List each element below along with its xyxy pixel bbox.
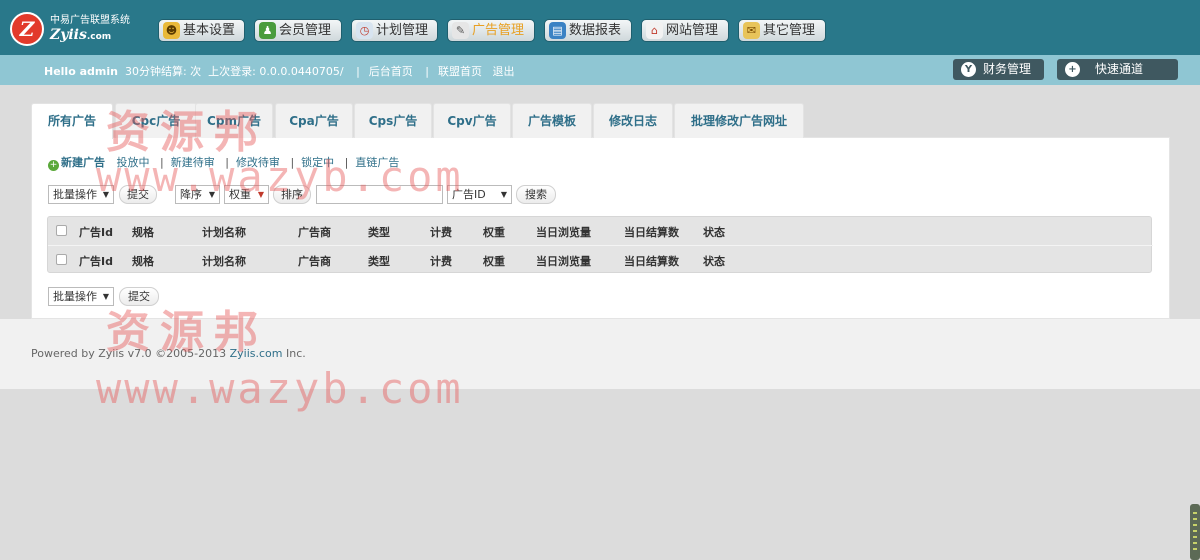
column-header: 当日结算数 <box>624 226 679 239</box>
logo[interactable]: Z 中易广告联盟系统 Zyiis.com <box>10 10 140 48</box>
search-button[interactable]: 搜索 <box>516 185 556 204</box>
nav-other-management[interactable]: ✉ 其它管理 <box>738 19 826 42</box>
sort-field-select[interactable]: 权重 ▼ <box>224 185 269 204</box>
tab-cpa[interactable]: Cpa广告 <box>275 103 353 138</box>
chevron-down-icon: ▼ <box>208 190 215 199</box>
tab-cpm[interactable]: Cpm广告 <box>195 103 273 138</box>
finance-button[interactable]: Y 财务管理 <box>953 59 1044 80</box>
submit-button[interactable]: 提交 <box>119 185 157 204</box>
tab-all-ads[interactable]: 所有广告 <box>31 103 113 139</box>
select-all-checkbox[interactable] <box>56 225 67 236</box>
add-icon: + <box>48 160 59 171</box>
table-footer-row: 广告Id 规格 计划名称 广告商 类型 计费 权重 当日浏览量 当日结算数 状态 <box>48 245 1153 273</box>
column-header: 类型 <box>368 226 390 239</box>
gift-icon: ✉ <box>743 22 760 39</box>
tab-batch-edit-url[interactable]: 批理修改广告网址 <box>674 103 804 138</box>
column-header: 状态 <box>703 226 725 239</box>
submit-button-bottom[interactable]: 提交 <box>119 287 159 306</box>
tab-change-log[interactable]: 修改日志 <box>593 103 673 138</box>
batch-action-select[interactable]: 批量操作 ▼ <box>48 185 114 204</box>
column-header: 计划名称 <box>202 226 246 239</box>
tab-cpc[interactable]: Cpc广告 <box>115 103 197 138</box>
chevron-down-icon: ▼ <box>102 190 109 199</box>
top-header: Z 中易广告联盟系统 Zyiis.com ☻ 基本设置 ♟ 会员管理 ◷ 计划管… <box>0 0 1200 55</box>
tab-ad-templates[interactable]: 广告模板 <box>512 103 592 138</box>
link-logout[interactable]: 退出 <box>493 65 515 78</box>
select-all-checkbox[interactable] <box>56 254 67 265</box>
column-header: 状态 <box>703 255 725 268</box>
column-header: 权重 <box>483 255 505 268</box>
order-select[interactable]: 降序 ▼ <box>175 185 220 204</box>
link-admin-home[interactable]: 后台首页 <box>369 65 413 78</box>
logo-mark: Z <box>10 12 44 46</box>
powered-by: Powered by Zyiis v7.0 ©2005-2013 Zyiis.c… <box>31 347 306 360</box>
search-input[interactable] <box>316 185 443 204</box>
tab-cpv[interactable]: Cpv广告 <box>433 103 511 138</box>
column-header: 广告Id <box>79 255 113 268</box>
resize-grip[interactable] <box>1190 504 1200 560</box>
nav-ad-management[interactable]: ✎ 广告管理 <box>447 19 535 42</box>
column-header: 广告商 <box>298 226 331 239</box>
ad-icon: ✎ <box>452 22 469 39</box>
nav-member-management[interactable]: ♟ 会员管理 <box>254 19 342 42</box>
column-header: 当日结算数 <box>624 255 679 268</box>
sort-button[interactable]: 排序 <box>273 185 311 204</box>
link-union-home[interactable]: 联盟首页 <box>438 65 482 78</box>
chevron-down-icon: ▼ <box>257 190 264 199</box>
chevron-down-icon: ▼ <box>102 292 109 301</box>
yen-icon: Y <box>961 62 976 77</box>
column-header: 规格 <box>132 226 154 239</box>
brand-name-cn: 中易广告联盟系统 <box>50 15 130 26</box>
user-icon: ☻ <box>163 22 180 39</box>
new-ad-link[interactable]: 新建广告 <box>61 156 105 169</box>
column-header: 计划名称 <box>202 255 246 268</box>
members-icon: ♟ <box>259 22 276 39</box>
nav-plan-management[interactable]: ◷ 计划管理 <box>351 19 438 42</box>
nav-basic-settings[interactable]: ☻ 基本设置 <box>158 19 245 42</box>
table-header-row: 广告Id 规格 计划名称 广告商 类型 计费 权重 当日浏览量 当日结算数 状态 <box>48 217 1153 245</box>
status-filter-links: + 新建广告 投放中 | 新建待审 | 修改待审 | 锁定中 | 直链广告 <box>48 156 400 171</box>
column-header: 权重 <box>483 226 505 239</box>
column-header: 广告Id <box>79 226 113 239</box>
filter-running[interactable]: 投放中 <box>117 156 150 169</box>
vendor-link[interactable]: Zyiis.com <box>230 347 283 360</box>
welcome-text: Hello admin 30分钟结算: 次 上次登录: 0.0.0.044070… <box>44 65 515 78</box>
plus-icon: + <box>1065 62 1080 77</box>
footer: Powered by Zyiis v7.0 ©2005-2013 Zyiis.c… <box>0 319 1200 389</box>
batch-action-select-bottom[interactable]: 批量操作 ▼ <box>48 287 114 306</box>
column-header: 类型 <box>368 255 390 268</box>
column-header: 计费 <box>430 255 452 268</box>
clock-icon: ◷ <box>356 22 373 39</box>
filter-new-pending[interactable]: 新建待审 <box>171 156 215 169</box>
column-header: 广告商 <box>298 255 331 268</box>
house-icon: ⌂ <box>646 22 663 39</box>
filter-direct-link[interactable]: 直链广告 <box>355 156 399 169</box>
tab-cps[interactable]: Cps广告 <box>354 103 432 138</box>
filter-locked[interactable]: 锁定中 <box>301 156 334 169</box>
info-bar: Hello admin 30分钟结算: 次 上次登录: 0.0.0.044070… <box>0 55 1200 85</box>
column-header: 当日浏览量 <box>536 255 591 268</box>
quick-access-button[interactable]: + 快速通道 <box>1057 59 1178 80</box>
nav-data-reports[interactable]: ▤ 数据报表 <box>544 19 632 42</box>
ads-table: 广告Id 规格 计划名称 广告商 类型 计费 权重 当日浏览量 当日结算数 状态… <box>47 216 1153 273</box>
column-header: 规格 <box>132 255 154 268</box>
brand-name-en: Zyiis.com <box>50 27 112 43</box>
column-header: 计费 <box>430 226 452 239</box>
filter-edit-pending[interactable]: 修改待审 <box>236 156 280 169</box>
column-header: 当日浏览量 <box>536 226 591 239</box>
chart-icon: ▤ <box>549 22 566 39</box>
chevron-down-icon: ▼ <box>500 190 507 199</box>
nav-site-management[interactable]: ⌂ 网站管理 <box>641 19 729 42</box>
search-field-select[interactable]: 广告ID ▼ <box>447 185 512 204</box>
